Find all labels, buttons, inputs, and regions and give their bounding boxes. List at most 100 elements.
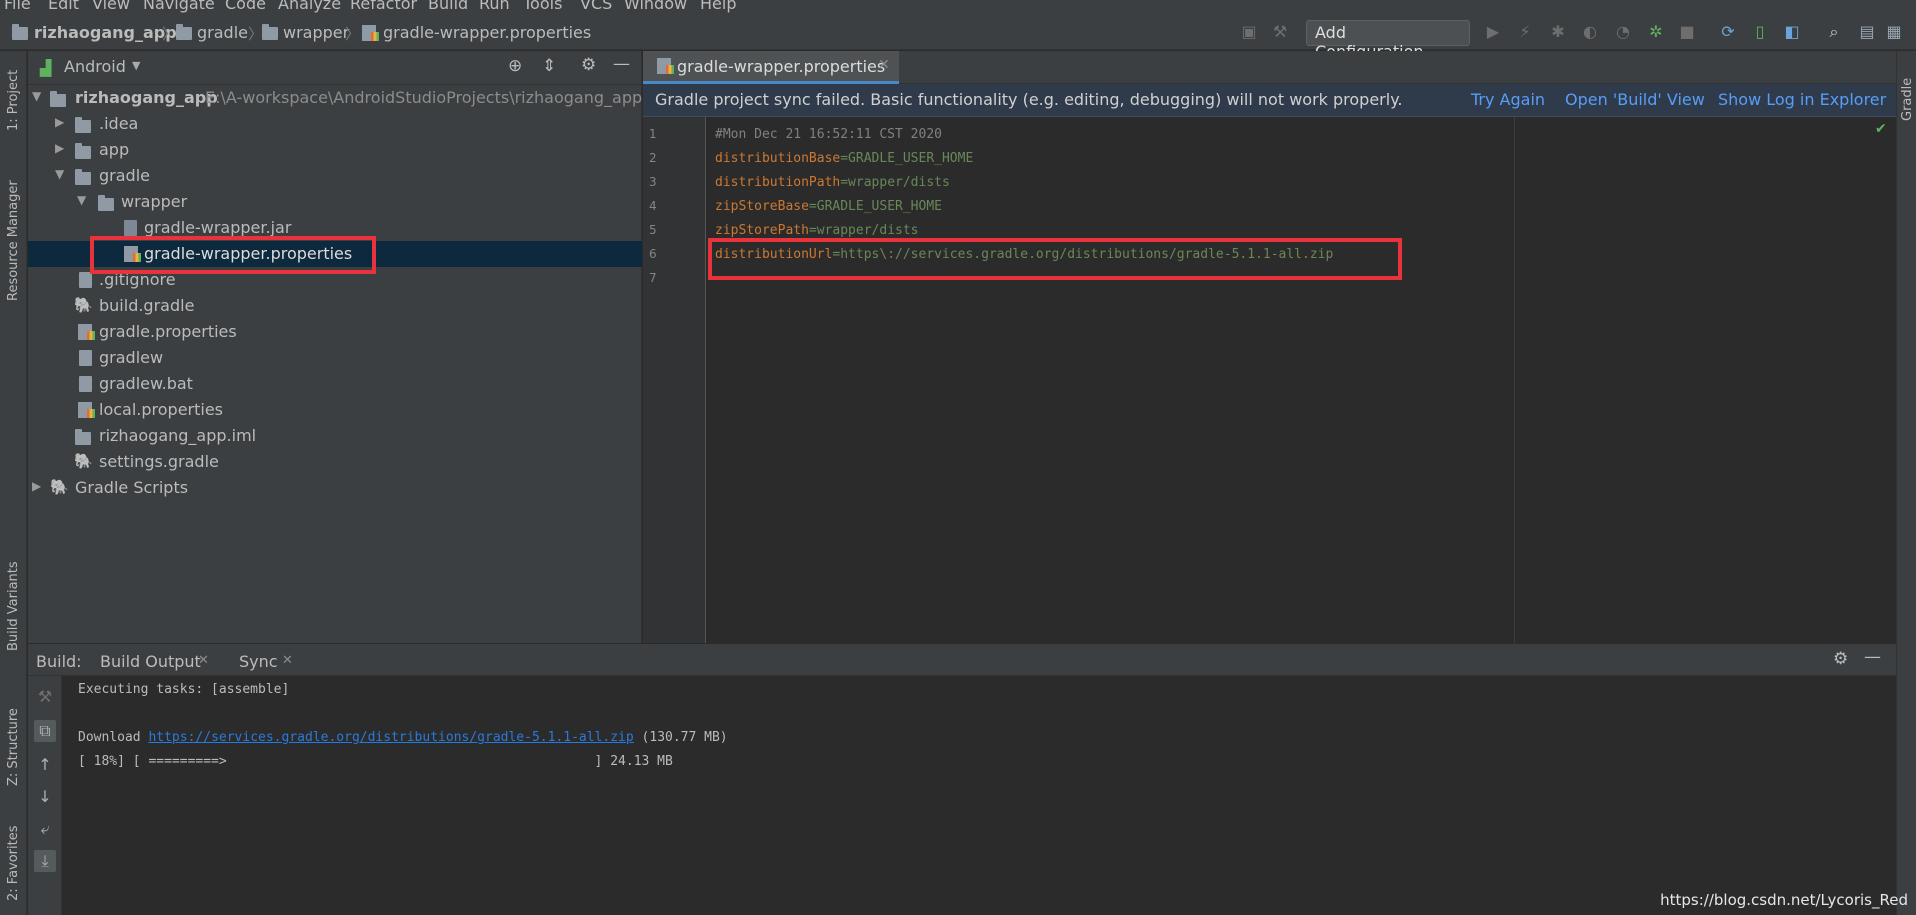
tab-build-variants[interactable]: Build Variants bbox=[6, 561, 21, 651]
menu-navigate[interactable]: Navigate bbox=[143, 0, 215, 13]
open-build-view-link[interactable]: Open 'Build' View bbox=[1565, 90, 1705, 109]
coverage-icon[interactable]: ◐ bbox=[1581, 23, 1599, 41]
tree-row-root[interactable]: ▼ rizhaogang_app E:\A-workspace\AndroidS… bbox=[28, 85, 642, 111]
tab-sync[interactable]: Sync bbox=[239, 652, 278, 671]
chevron-down-icon[interactable]: ▼ bbox=[132, 59, 140, 72]
tab-gradle[interactable]: Gradle bbox=[1900, 78, 1915, 121]
project-structure-icon[interactable]: ▤ bbox=[1858, 23, 1876, 41]
highlight-box bbox=[708, 238, 1402, 280]
soft-wrap-icon[interactable]: ⤶ bbox=[34, 818, 56, 840]
download-prefix: Download bbox=[78, 730, 149, 745]
watermark: https://blog.csdn.net/Lycoris_Red bbox=[1660, 891, 1908, 909]
show-log-link[interactable]: Show Log in Explorer bbox=[1718, 90, 1886, 109]
debug-icon[interactable]: ✱ bbox=[1549, 23, 1567, 41]
code-line: zipStorePath=wrapper/dists bbox=[715, 223, 919, 238]
profile-icon[interactable]: ◔ bbox=[1614, 23, 1632, 41]
download-link[interactable]: https://services.gradle.org/distribution… bbox=[148, 730, 633, 745]
run-icon[interactable]: ▶ bbox=[1484, 23, 1502, 41]
chevron-right-icon[interactable]: ▶ bbox=[55, 115, 64, 129]
tree-row-gradle[interactable]: ▼ gradle bbox=[28, 163, 642, 189]
property-key: distributionPath bbox=[715, 175, 841, 190]
folder-icon bbox=[262, 24, 278, 40]
tab-build-output[interactable]: Build Output bbox=[100, 652, 201, 671]
tree-row-gradle-properties[interactable]: gradle.properties bbox=[28, 319, 642, 345]
tree-row-gradlew-bat[interactable]: gradlew.bat bbox=[28, 371, 642, 397]
try-again-link[interactable]: Try Again bbox=[1471, 90, 1545, 109]
gear-icon[interactable]: ⚙ bbox=[581, 55, 596, 75]
hammer-icon[interactable]: ⚒ bbox=[1271, 23, 1289, 41]
menu-tools[interactable]: Tools bbox=[523, 0, 562, 13]
tree-row-gradle-scripts[interactable]: ▶ 🐘 Gradle Scripts bbox=[28, 475, 642, 501]
menu-refactor[interactable]: Refactor bbox=[350, 0, 417, 13]
project-folder-icon bbox=[12, 24, 28, 40]
run-anything-icon[interactable]: ▣ bbox=[1240, 23, 1258, 41]
project-view-selector[interactable]: Android bbox=[64, 57, 126, 76]
avd-manager-icon[interactable]: ▯ bbox=[1751, 23, 1769, 41]
sync-failed-banner: Gradle project sync failed. Basic functi… bbox=[643, 84, 1896, 117]
arrow-up-icon[interactable]: ↑ bbox=[34, 754, 56, 776]
highlight-box bbox=[90, 236, 376, 274]
hammer-icon[interactable]: ⚒ bbox=[34, 686, 56, 708]
tree-row-gradlew[interactable]: gradlew bbox=[28, 345, 642, 371]
tree-row-settings-gradle[interactable]: 🐘 settings.gradle bbox=[28, 449, 642, 475]
chevron-down-icon[interactable]: ▼ bbox=[55, 167, 64, 181]
add-configuration-button[interactable]: Add Configuration... bbox=[1306, 20, 1470, 61]
breadcrumb-wrapper[interactable]: wrapper bbox=[283, 23, 349, 42]
tree-row-local-properties[interactable]: local.properties bbox=[28, 397, 642, 423]
line-number: 5 bbox=[649, 223, 657, 237]
sync-gradle-icon[interactable]: ⟳ bbox=[1719, 23, 1737, 41]
tree-row-wrapper[interactable]: ▼ wrapper bbox=[28, 189, 642, 215]
toggle-view-icon[interactable]: ⧉ bbox=[34, 720, 56, 742]
apply-changes-icon[interactable]: ⚡ bbox=[1516, 23, 1534, 41]
property-value: =wrapper/dists bbox=[840, 175, 950, 190]
menu-help[interactable]: Help bbox=[700, 0, 736, 13]
hide-icon[interactable]: — bbox=[613, 54, 630, 74]
close-icon[interactable]: ✕ bbox=[198, 653, 209, 668]
menu-window[interactable]: Window bbox=[624, 0, 687, 13]
locate-icon[interactable]: ⊕ bbox=[508, 56, 522, 76]
menu-analyze[interactable]: Analyze bbox=[278, 0, 341, 13]
collapse-all-icon[interactable]: ⇕ bbox=[542, 56, 556, 76]
close-icon[interactable]: ✕ bbox=[878, 57, 890, 73]
menu-build[interactable]: Build bbox=[428, 0, 468, 13]
tree-row-app[interactable]: ▶ app bbox=[28, 137, 642, 163]
menu-view[interactable]: View bbox=[92, 0, 130, 13]
editor-tab[interactable]: gradle-wrapper.properties ✕ bbox=[643, 51, 899, 84]
menu-vcs[interactable]: VCS bbox=[580, 0, 612, 13]
chevron-down-icon[interactable]: ▼ bbox=[32, 89, 41, 103]
menu-run[interactable]: Run bbox=[479, 0, 510, 13]
gradle-elephant-icon: 🐘 bbox=[74, 452, 93, 470]
breadcrumb-gradle[interactable]: gradle bbox=[197, 23, 248, 42]
menu-file[interactable]: File bbox=[4, 0, 31, 13]
gear-icon[interactable]: ⚙ bbox=[1833, 649, 1848, 669]
tree-row-idea[interactable]: ▶ .idea bbox=[28, 111, 642, 137]
editor-tab-bar: gradle-wrapper.properties ✕ bbox=[643, 51, 1896, 84]
tab-resource-manager[interactable]: Resource Manager bbox=[6, 180, 21, 301]
tree-item-label: .idea bbox=[99, 114, 139, 133]
search-icon[interactable]: ⌕ bbox=[1825, 23, 1843, 41]
line-number: 4 bbox=[649, 199, 657, 213]
tree-row-iml[interactable]: rizhaogang_app.iml bbox=[28, 423, 642, 449]
arrow-down-icon[interactable]: ↓ bbox=[34, 786, 56, 808]
tab-favorites[interactable]: 2: Favorites bbox=[6, 825, 21, 901]
breadcrumb-file[interactable]: gradle-wrapper.properties bbox=[383, 23, 591, 42]
menu-edit[interactable]: Edit bbox=[48, 0, 79, 13]
scroll-to-end-icon[interactable]: ⤓ bbox=[34, 850, 56, 872]
tab-project[interactable]: 1: Project bbox=[6, 70, 21, 131]
attach-debugger-icon[interactable]: ✲ bbox=[1647, 23, 1665, 41]
menu-bar: File Edit View Navigate Code Analyze Ref… bbox=[0, 0, 1916, 14]
tab-structure[interactable]: Z: Structure bbox=[6, 708, 21, 786]
chevron-right-icon[interactable]: ▶ bbox=[55, 141, 64, 155]
tree-row-build-gradle[interactable]: 🐘 build.gradle bbox=[28, 293, 642, 319]
hide-icon[interactable]: — bbox=[1864, 647, 1881, 667]
file-icon bbox=[79, 350, 92, 366]
chevron-right-icon[interactable]: ▶ bbox=[32, 479, 41, 493]
layout-icon[interactable]: ▦ bbox=[1885, 23, 1903, 41]
menu-code[interactable]: Code bbox=[225, 0, 266, 13]
chevron-down-icon[interactable]: ▼ bbox=[77, 193, 86, 207]
sdk-manager-icon[interactable]: ◧ bbox=[1783, 23, 1801, 41]
tree-item-label: gradle-wrapper.jar bbox=[144, 218, 292, 237]
close-icon[interactable]: ✕ bbox=[282, 653, 293, 668]
breadcrumb-project[interactable]: rizhaogang_app bbox=[34, 23, 177, 42]
stop-icon[interactable]: ■ bbox=[1678, 23, 1696, 41]
